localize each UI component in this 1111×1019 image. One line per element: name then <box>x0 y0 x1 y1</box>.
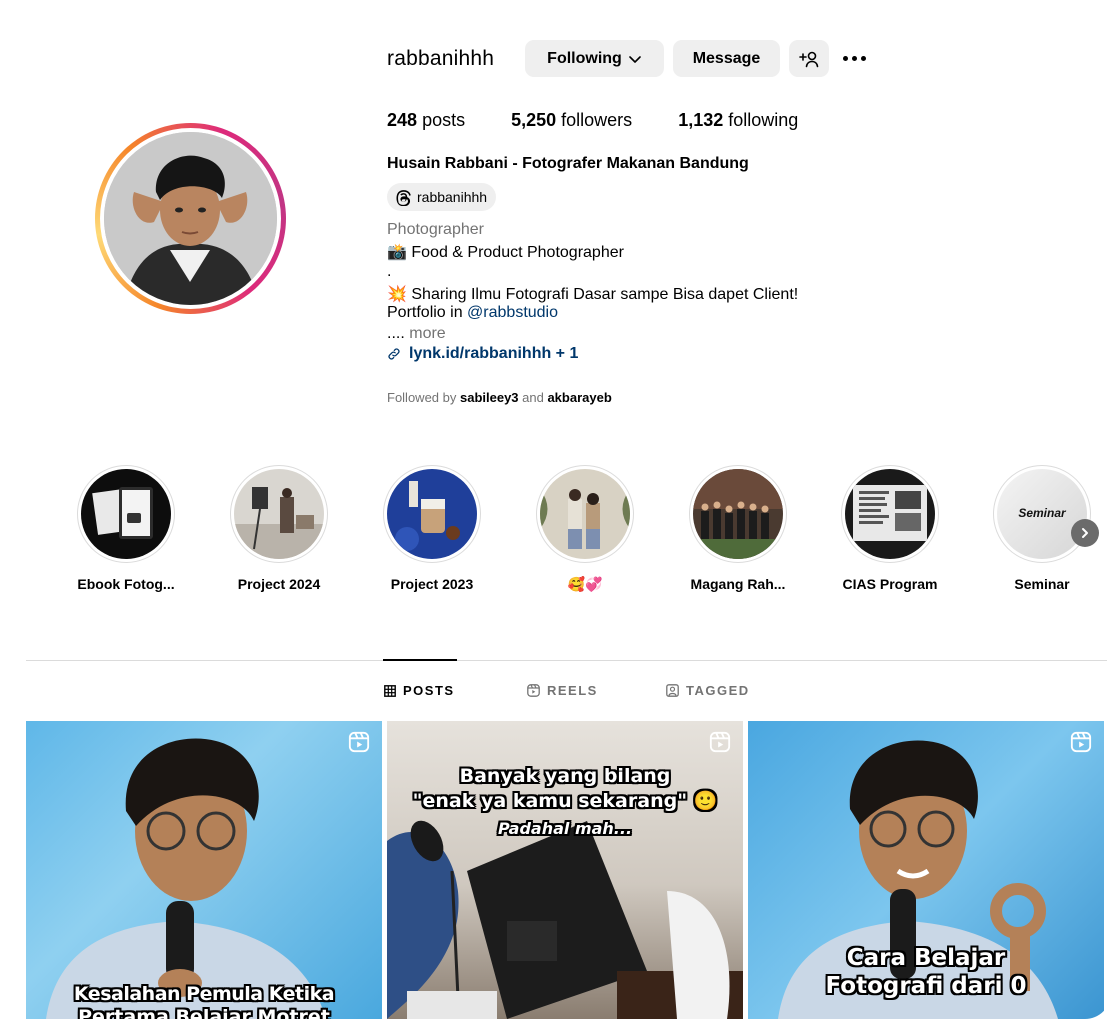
following-link[interactable]: 1,132 following <box>678 110 798 131</box>
post-caption: Kesalahan Pemula Ketika <box>73 983 335 1005</box>
post-caption: Banyak yang bilang <box>459 765 671 787</box>
post-tile[interactable]: Banyak yang bilang "enak ya kamu sekaran… <box>387 721 743 1019</box>
highlight-cover <box>693 469 783 559</box>
highlight-item[interactable]: 🥰💞 <box>510 465 660 593</box>
highlight-item[interactable]: Project 2023 <box>357 465 507 592</box>
highlight-label: CIAS Program <box>842 576 938 592</box>
highlight-label: 🥰💞 <box>567 576 603 592</box>
highlight-cover <box>387 469 477 559</box>
tab-tagged-label: TAGGED <box>686 683 750 698</box>
chevron-right-icon <box>1082 528 1088 538</box>
active-tab-indicator <box>383 659 457 661</box>
following-button-label: Following <box>547 49 622 67</box>
bio-line: .... more <box>387 325 446 342</box>
highlight-item[interactable]: CIAS Program <box>815 465 965 592</box>
post-caption: "enak ya kamu sekarang" 🙂 <box>412 790 718 812</box>
highlight-label: Seminar <box>1014 576 1070 592</box>
suggested-accounts-button[interactable] <box>789 40 829 77</box>
reel-badge-icon <box>1070 731 1092 753</box>
profile-avatar-story-ring[interactable] <box>95 123 286 314</box>
post-caption: Fotografi dari 0 <box>825 973 1027 999</box>
message-button[interactable]: Message <box>673 40 780 77</box>
highlight-cover <box>540 469 630 559</box>
avatar-photo <box>104 132 277 305</box>
threads-handle: rabbanihhh <box>417 189 488 205</box>
profile-link-text: lynk.id/rabbanihhh + 1 <box>409 345 579 362</box>
profile-category: Photographer <box>387 221 484 238</box>
highlight-item[interactable]: Ebook Fotog... <box>51 465 201 592</box>
avatar <box>104 132 277 305</box>
reels-icon <box>527 684 540 697</box>
highlight-item[interactable]: Project 2024 <box>204 465 354 592</box>
profile-external-link[interactable]: lynk.id/rabbanihhh + 1 <box>387 345 578 363</box>
threads-icon <box>396 189 411 206</box>
bio-line: 💥 Sharing Ilmu Fotografi Dasar sampe Bis… <box>387 286 799 303</box>
following-button[interactable]: Following <box>525 40 664 77</box>
tab-posts-label: POSTS <box>403 683 455 698</box>
highlight-label: Project 2024 <box>237 576 321 592</box>
highlight-label: Magang Rah... <box>690 576 786 592</box>
profile-page: rabbanihhh Following Message 248 posts 5… <box>0 0 1111 1019</box>
highlight-cover <box>845 469 935 559</box>
tab-reels[interactable]: REELS <box>527 683 598 698</box>
highlights-next-button[interactable] <box>1071 519 1099 547</box>
more-dots-icon[interactable] <box>843 48 871 68</box>
post-tile[interactable]: Kesalahan Pemula Ketika Pertama Belajar … <box>26 721 382 1019</box>
followed-by[interactable]: Followed by sabileey3 and akbarayeb <box>387 390 612 405</box>
post-tile[interactable]: Cara Belajar Fotografi dari 0 <box>748 721 1104 1019</box>
profile-stats: 248 posts 5,250 followers 1,132 followin… <box>387 110 798 131</box>
highlight-label: Project 2023 <box>390 576 474 592</box>
tabs-divider <box>26 660 1107 661</box>
highlight-cover-text: Seminar <box>1018 506 1066 520</box>
highlight-cover: Seminar <box>997 469 1087 559</box>
link-icon <box>388 348 400 360</box>
grid-icon <box>384 684 396 697</box>
message-button-label: Message <box>692 49 761 67</box>
reel-badge-icon <box>709 731 731 753</box>
tab-reels-label: REELS <box>547 683 598 698</box>
profile-username: rabbanihhh <box>387 47 495 70</box>
followers-link[interactable]: 5,250 followers <box>511 110 632 131</box>
post-thumbnail <box>46 738 326 1019</box>
post-caption: Pertama Belajar Motret <box>78 1006 330 1019</box>
bio-mention-link[interactable]: @rabbstudio <box>467 304 558 321</box>
tab-posts[interactable]: POSTS <box>384 683 455 698</box>
highlight-cover <box>234 469 324 559</box>
highlight-label: Ebook Fotog... <box>77 576 175 592</box>
highlight-item[interactable]: Magang Rah... <box>663 465 813 592</box>
post-caption: Padahal mah... <box>497 819 633 838</box>
reel-badge-icon <box>348 731 370 753</box>
tagged-icon <box>666 684 679 697</box>
chevron-down-icon <box>629 55 641 63</box>
post-caption: Cara Belajar <box>846 945 1006 971</box>
posts-count: 248 posts <box>387 110 466 130</box>
highlight-cover <box>81 469 171 559</box>
add-user-icon <box>799 51 819 67</box>
bio-line: . <box>387 263 392 280</box>
bio-more-link[interactable]: more <box>409 325 445 342</box>
threads-badge[interactable]: rabbanihhh <box>387 183 497 211</box>
tab-tagged[interactable]: TAGGED <box>666 683 750 698</box>
bio-line: 📸 Food & Product Photographer <box>387 244 624 261</box>
profile-full-name: Husain Rabbani - Fotografer Makanan Band… <box>387 155 749 172</box>
bio-line: Portfolio in @rabbstudio <box>387 304 559 321</box>
